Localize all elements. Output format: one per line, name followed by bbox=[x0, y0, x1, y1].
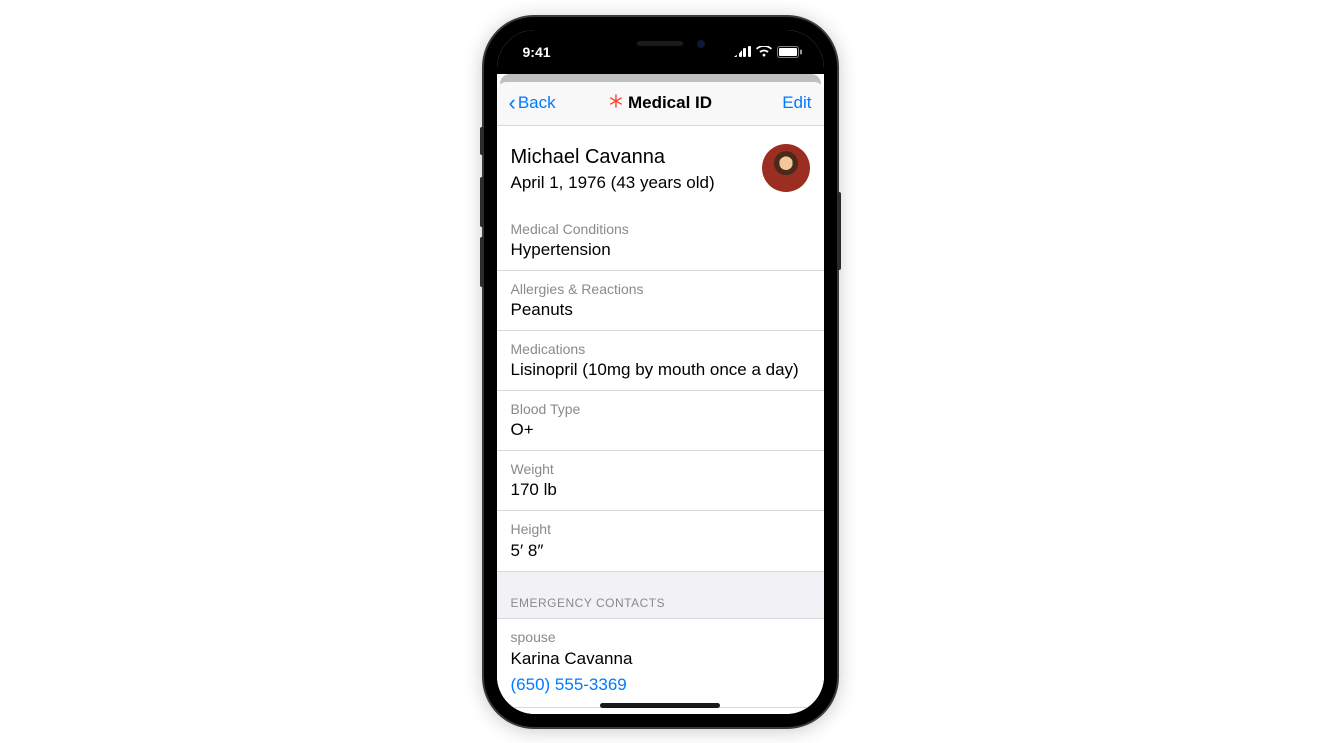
footer-note: When you use Emergency SOS to call Emerg… bbox=[497, 708, 824, 714]
field-label: Medications bbox=[511, 340, 810, 358]
emergency-contact: spouse Karina Cavanna (650) 555-3369 bbox=[497, 619, 824, 708]
field-medications: Medications Lisinopril (10mg by mouth on… bbox=[497, 331, 824, 391]
notch bbox=[575, 30, 745, 58]
status-time: 9:41 bbox=[523, 44, 551, 60]
field-value: O+ bbox=[511, 420, 810, 440]
medical-asterisk-icon bbox=[608, 93, 624, 114]
status-right bbox=[734, 46, 802, 58]
back-label: Back bbox=[518, 93, 556, 113]
section-header-emergency-contacts: EMERGENCY CONTACTS bbox=[497, 572, 824, 619]
volume-up-button bbox=[480, 177, 484, 227]
contact-relation: spouse bbox=[511, 629, 810, 645]
edit-button[interactable]: Edit bbox=[782, 93, 811, 113]
nav-bar: ‹ Back Medical ID Edit bbox=[497, 82, 824, 126]
field-medical-conditions: Medical Conditions Hypertension bbox=[497, 211, 824, 271]
profile-header: Michael Cavanna April 1, 1976 (43 years … bbox=[497, 126, 824, 211]
battery-icon bbox=[777, 46, 802, 58]
field-label: Height bbox=[511, 520, 810, 538]
content-scroll[interactable]: Michael Cavanna April 1, 1976 (43 years … bbox=[497, 126, 824, 714]
field-value: Hypertension bbox=[511, 240, 810, 260]
field-label: Allergies & Reactions bbox=[511, 280, 810, 298]
field-allergies: Allergies & Reactions Peanuts bbox=[497, 271, 824, 331]
field-label: Medical Conditions bbox=[511, 220, 810, 238]
field-value: 5′ 8″ bbox=[511, 541, 810, 561]
field-value: 170 lb bbox=[511, 480, 810, 500]
avatar[interactable] bbox=[762, 144, 810, 192]
contact-phone-link[interactable]: (650) 555-3369 bbox=[511, 675, 810, 695]
field-height: Height 5′ 8″ bbox=[497, 511, 824, 571]
profile-birth-line: April 1, 1976 (43 years old) bbox=[511, 173, 715, 193]
front-camera bbox=[697, 40, 705, 48]
home-indicator[interactable] bbox=[600, 703, 720, 708]
field-value: Lisinopril (10mg by mouth once a day) bbox=[511, 360, 810, 380]
power-button bbox=[837, 192, 841, 270]
phone-frame: 9:41 ‹ Back bbox=[484, 17, 837, 727]
contact-name: Karina Cavanna bbox=[511, 649, 810, 669]
nav-title-text: Medical ID bbox=[628, 93, 712, 113]
field-label: Blood Type bbox=[511, 400, 810, 418]
field-label: Weight bbox=[511, 460, 810, 478]
volume-down-button bbox=[480, 237, 484, 287]
wifi-icon bbox=[756, 46, 772, 58]
speaker-grille bbox=[637, 41, 683, 46]
screen: 9:41 ‹ Back bbox=[497, 30, 824, 714]
field-weight: Weight 170 lb bbox=[497, 451, 824, 511]
field-blood-type: Blood Type O+ bbox=[497, 391, 824, 451]
profile-name: Michael Cavanna bbox=[511, 144, 715, 170]
mute-switch bbox=[480, 127, 484, 155]
field-value: Peanuts bbox=[511, 300, 810, 320]
back-button[interactable]: ‹ Back bbox=[509, 92, 556, 114]
nav-title: Medical ID bbox=[608, 93, 712, 114]
modal-sheet: ‹ Back Medical ID Edit Michael Cavanna A… bbox=[497, 82, 824, 714]
chevron-left-icon: ‹ bbox=[509, 92, 516, 114]
